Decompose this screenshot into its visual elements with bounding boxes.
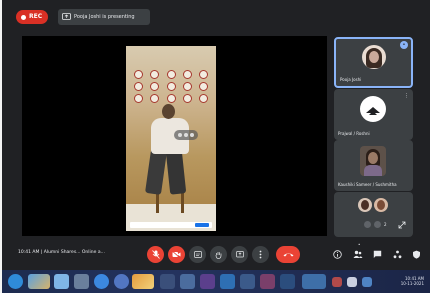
info-icon	[333, 250, 342, 259]
app-window-icon[interactable]	[180, 274, 195, 289]
expand-icon[interactable]	[398, 221, 406, 229]
meet-window: REC Pooja Joshi is presenting • Pooja Jo…	[2, 0, 430, 293]
people-count-badge: •	[358, 242, 361, 247]
wall-plates-row	[134, 82, 208, 91]
leave-call-button[interactable]	[276, 246, 300, 263]
more-count: 2	[384, 222, 387, 227]
taskbar-clock[interactable]: 10:41 AM 10-11-2021	[401, 276, 424, 286]
participant-avatar	[362, 45, 386, 69]
person-leg	[165, 149, 187, 195]
tray-icon[interactable]	[362, 277, 372, 287]
presentation-stage[interactable]	[22, 36, 327, 236]
person-head	[162, 104, 175, 119]
record-dot-icon	[21, 14, 26, 20]
caption-action-button[interactable]	[195, 223, 209, 227]
meeting-info: 10:41 AM | Alumni Shares... Online a...	[18, 250, 105, 255]
app-window-icon[interactable]	[132, 274, 154, 289]
participant-tile[interactable]: • Pooja Joshi	[334, 37, 413, 88]
chat-icon	[373, 250, 382, 258]
shield-icon	[413, 250, 420, 259]
activities-icon	[393, 250, 402, 259]
more-participants-tile[interactable]: 2	[334, 192, 413, 237]
host-controls-button[interactable]	[411, 249, 422, 260]
participant-name: Kaushiki Sameer / Sushmitha	[338, 182, 397, 187]
people-button[interactable]	[352, 249, 363, 260]
recording-badge[interactable]: REC	[16, 10, 48, 24]
participant-tile[interactable]: ⋮ Prajwal / Roshni	[334, 89, 413, 140]
logo-icon	[366, 107, 380, 115]
chat-button[interactable]	[372, 249, 383, 260]
os-taskbar: 10:41 AM 10-11-2021	[2, 270, 430, 293]
browser-icon[interactable]	[94, 274, 109, 289]
tray-icon[interactable]	[332, 277, 342, 287]
app-window-icon[interactable]	[240, 274, 255, 289]
participant-avatar	[358, 198, 372, 212]
wall-plates-row	[134, 70, 208, 79]
hang-up-icon	[283, 253, 293, 257]
camera-off-icon	[374, 221, 381, 228]
more-options-button[interactable]	[252, 246, 269, 263]
activities-button[interactable]	[392, 249, 403, 260]
app-window-icon[interactable]	[302, 274, 326, 289]
participant-avatar	[360, 96, 386, 122]
app-window-icon[interactable]	[54, 274, 69, 289]
people-icon	[353, 250, 362, 258]
app-window-icon[interactable]	[200, 274, 215, 289]
app-window-icon[interactable]	[220, 274, 235, 289]
video-caption-bar	[130, 222, 212, 228]
captions-icon	[193, 251, 202, 258]
app-window-icon[interactable]	[160, 274, 175, 289]
captions-button[interactable]	[189, 246, 206, 263]
pin-icon[interactable]: •	[400, 41, 408, 49]
presented-video	[126, 46, 216, 231]
bottom-control-bar: 10:41 AM | Alumni Shares... Online a...	[2, 238, 430, 270]
more-vert-icon	[259, 250, 262, 259]
app-window-icon[interactable]	[280, 274, 295, 289]
camera-toggle-button[interactable]	[168, 246, 185, 263]
participant-tile[interactable]: Kaushiki Sameer / Sushmitha	[334, 140, 413, 191]
presenting-banner[interactable]: Pooja Joshi is presenting	[58, 9, 150, 25]
present-screen-icon	[62, 13, 71, 20]
tray-icon[interactable]	[347, 277, 357, 287]
raise-hand-button[interactable]	[210, 246, 227, 263]
video-controls-pill[interactable]	[174, 130, 198, 140]
presenting-text: Pooja Joshi is presenting	[74, 14, 135, 20]
participant-avatar	[374, 198, 388, 212]
app-window-icon[interactable]	[260, 274, 275, 289]
wall-plates-row	[134, 94, 208, 103]
camera-off-icon	[172, 251, 181, 258]
more-options-icon[interactable]: ⋮	[404, 93, 409, 99]
present-screen-icon	[235, 251, 244, 258]
recording-label: REC	[29, 13, 43, 20]
start-icon[interactable]	[8, 274, 23, 289]
mic-off-icon	[364, 221, 371, 228]
hand-icon	[215, 251, 222, 259]
top-bar: REC Pooja Joshi is presenting	[2, 0, 430, 34]
participant-name: Pooja Joshi	[340, 77, 362, 82]
participant-video	[360, 146, 386, 176]
browser-icon[interactable]	[114, 274, 129, 289]
present-button[interactable]	[231, 246, 248, 263]
meeting-details-button[interactable]	[332, 249, 343, 260]
app-window-icon[interactable]	[28, 274, 50, 289]
participant-name: Prajwal / Roshni	[338, 131, 370, 136]
app-window-icon[interactable]	[74, 274, 89, 289]
mic-toggle-button[interactable]	[147, 246, 164, 263]
mic-off-icon	[151, 250, 160, 259]
